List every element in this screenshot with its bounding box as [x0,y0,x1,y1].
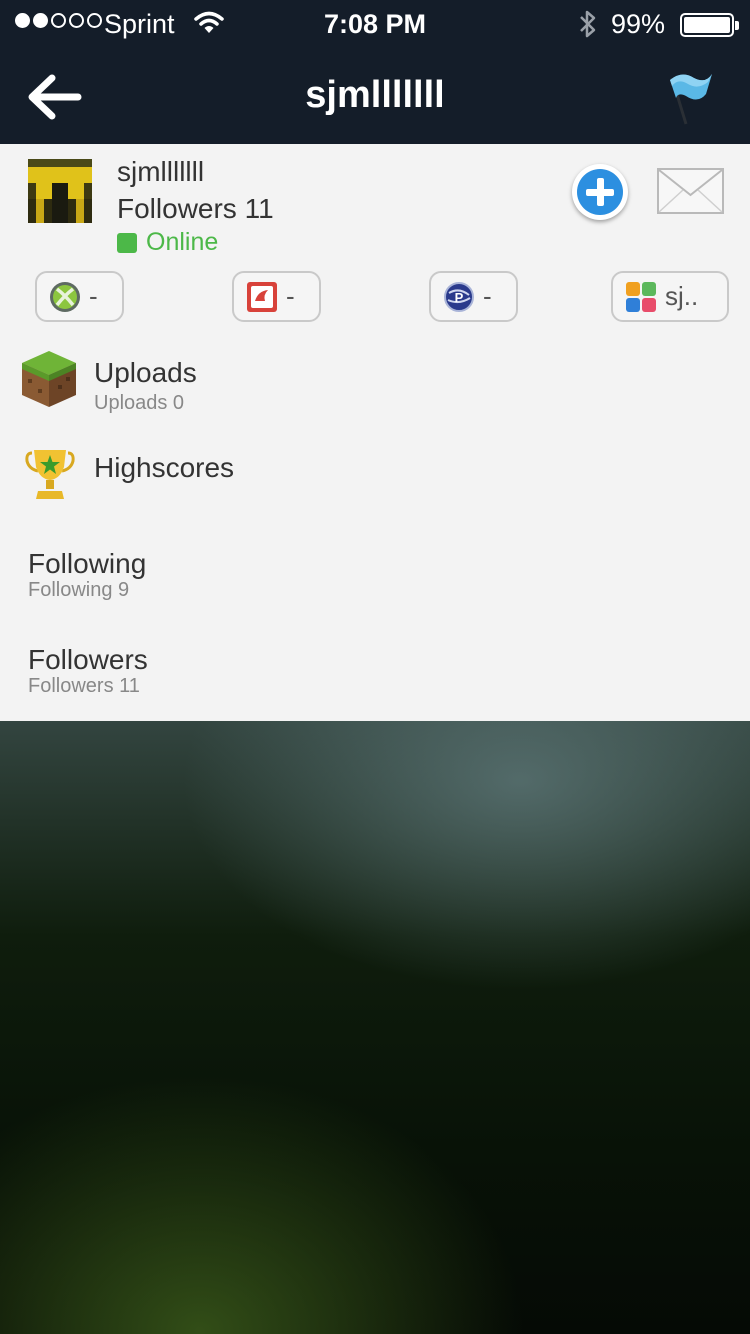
playstation-network-icon: P [444,281,474,312]
xbox-icon [50,281,80,312]
followers-row[interactable]: Followers Followers 11 [0,638,750,716]
profile-followers-count: Followers 11 [117,193,274,224]
blurred-background [0,721,750,1334]
trophy-icon [25,450,75,499]
multi-app-icon [626,281,656,312]
back-arrow-icon[interactable] [24,70,84,124]
following-title: Following [28,548,147,579]
followers-count: Followers 11 [28,675,140,697]
uploads-count: Uploads 0 [94,392,185,414]
bluetooth-icon [580,10,596,38]
online-status: Online [117,228,218,257]
page-title: sjmlllllll [305,74,445,116]
online-indicator-icon [117,232,137,253]
online-status-label: Online [146,228,219,256]
avatar[interactable] [28,159,92,223]
profile-username: sjmlllllll [117,156,205,187]
psn-tag-chip[interactable]: P - [429,271,518,322]
game-center-tag-label: - [286,281,295,311]
top-bar: Sprint 7:08 PM 99% sjmlllllll [0,0,750,144]
psn-tag-label: - [483,281,492,311]
apps-tag-label: sj.. [665,281,699,311]
following-row[interactable]: Following Following 9 [0,542,750,620]
apps-tag-chip[interactable]: sj.. [611,271,729,322]
grass-block-icon [22,351,76,407]
battery-icon [680,13,739,37]
xbox-tag-chip[interactable]: - [35,271,124,322]
following-count: Following 9 [28,579,130,601]
followers-title: Followers [28,644,148,675]
profile-panel: sjmlllllll Followers 11 Online - - P - s… [0,144,750,721]
follow-button[interactable] [572,164,628,220]
message-envelope-icon[interactable] [657,168,724,214]
battery-percent: 99% [611,9,666,39]
game-center-icon [247,281,277,312]
highscores-title: Highscores [94,452,235,483]
svg-text:P: P [455,290,464,305]
status-bar: Sprint 7:08 PM 99% [0,0,750,50]
xbox-tag-label: - [89,281,98,311]
plus-icon [577,169,623,215]
flag-icon[interactable] [660,68,720,128]
game-center-tag-chip[interactable]: - [232,271,321,322]
uploads-row[interactable]: Uploads Uploads 0 [0,349,750,427]
uploads-title: Uploads [94,357,197,388]
highscores-row[interactable]: Highscores [0,447,750,517]
